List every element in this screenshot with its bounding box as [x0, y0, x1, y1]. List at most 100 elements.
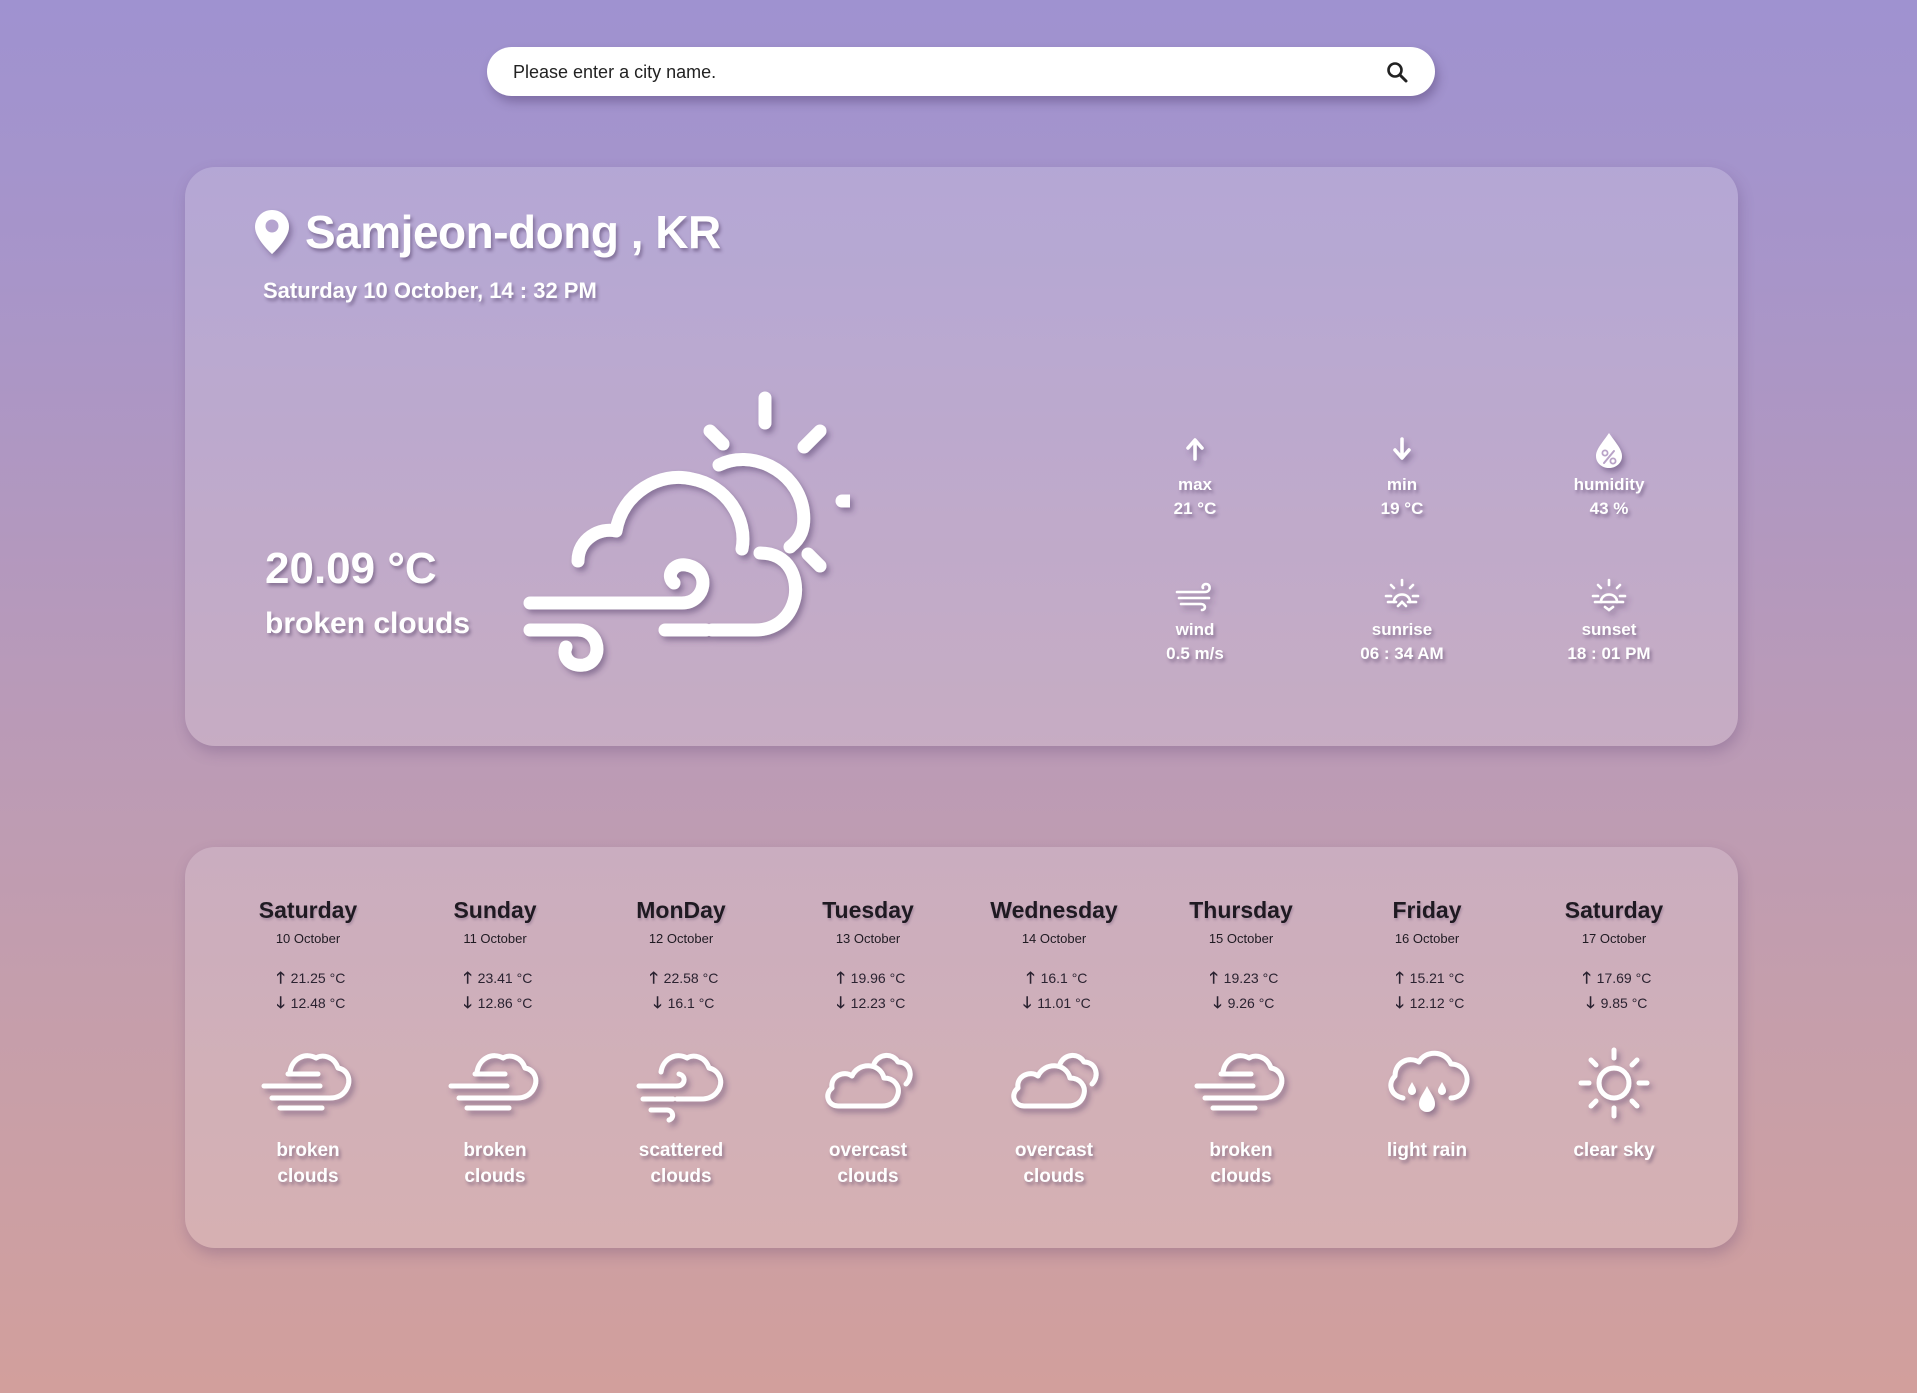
- search-bar[interactable]: [487, 47, 1435, 98]
- forecast-day: Thursday 15 October 🡑 19.23 °C 🡓 9.26 °C b…: [1156, 897, 1326, 1190]
- forecast-date: 12 October: [648, 931, 714, 946]
- forecast-temps: 🡑 17.69 °C 🡓 9.85 °C: [1529, 966, 1699, 1016]
- forecast-day: Tuesday 13 October 🡑 19.96 °C 🡓 12.23 °C o…: [783, 897, 953, 1190]
- search-icon[interactable]: [1385, 60, 1409, 84]
- arrow-down-icon: [1393, 437, 1411, 460]
- current-datetime: Saturday 10 October, 14 : 32 PM: [263, 278, 597, 303]
- forecast-card: Saturday 10 October 🡑 21.25 °C 🡓 12.48 °C …: [185, 847, 1738, 1248]
- forecast-min: 16.1 °C: [667, 995, 715, 1011]
- forecast-temps: 🡑 16.1 °C 🡓 11.01 °C: [969, 966, 1139, 1016]
- stat-sunset: sunset 18 : 01 PM: [1540, 574, 1678, 664]
- forecast-date: 14 October: [1021, 931, 1087, 946]
- forecast-min: 11.01 °C: [1037, 995, 1091, 1011]
- sun-icon: [1566, 1042, 1662, 1124]
- forecast-day-name: MonDay: [636, 897, 726, 923]
- arrow-down-icon: 🡓: [1586, 995, 1595, 1012]
- stat-min: min 19 °C: [1333, 429, 1471, 519]
- arrow-down-icon: 🡓: [463, 995, 472, 1012]
- forecast-description: broken clouds: [276, 1140, 340, 1187]
- forecast-min: 9.26 °C: [1227, 995, 1275, 1011]
- stat-label: min: [1386, 475, 1418, 494]
- clouds-icon: [820, 1042, 916, 1124]
- stat-sunrise: sunrise 06 : 34 AM: [1333, 574, 1471, 664]
- stat-label: wind: [1175, 620, 1215, 639]
- forecast-max: 17.69 °C: [1596, 970, 1652, 986]
- location-pin-icon: [255, 210, 289, 254]
- forecast-min: 12.23 °C: [850, 995, 906, 1011]
- forecast-max: 23.41 °C: [477, 970, 533, 986]
- arrow-up-icon: 🡑: [836, 970, 845, 987]
- forecast-min: 12.86 °C: [477, 995, 533, 1011]
- arrow-up-icon: 🡑: [1026, 970, 1035, 987]
- arrow-up-icon: 🡑: [1582, 970, 1591, 987]
- forecast-date: 10 October: [275, 931, 341, 946]
- stat-value: 0.5 m/s: [1166, 644, 1224, 663]
- forecast-temps: 🡑 22.58 °C 🡓 16.1 °C: [596, 966, 766, 1016]
- forecast-temps: 🡑 19.23 °C 🡓 9.26 °C: [1156, 966, 1326, 1016]
- forecast-min: 9.85 °C: [1600, 995, 1648, 1011]
- city-search-input[interactable]: [511, 47, 1355, 98]
- cloud-wind-icon: [1193, 1042, 1289, 1124]
- arrow-down-icon: 🡓: [653, 995, 662, 1012]
- forecast-description: light rain: [1386, 1140, 1468, 1161]
- forecast-max: 19.96 °C: [850, 970, 906, 986]
- forecast-day-name: Saturday: [258, 897, 358, 923]
- forecast-temps: 🡑 15.21 °C 🡓 12.12 °C: [1342, 966, 1512, 1016]
- stat-value: 06 : 34 AM: [1360, 644, 1444, 663]
- sunset-icon: [1591, 578, 1627, 612]
- sunrise-icon: [1384, 578, 1420, 608]
- forecast-max: 21.25 °C: [290, 970, 346, 986]
- arrow-up-icon: 🡑: [649, 970, 658, 987]
- clouds-icon: [1006, 1042, 1102, 1124]
- forecast-temps: 🡑 19.96 °C 🡓 12.23 °C: [783, 966, 953, 1016]
- forecast-day-name: Saturday: [1564, 897, 1664, 923]
- forecast-description: broken clouds: [1209, 1140, 1273, 1187]
- forecast-date: 11 October: [463, 931, 527, 946]
- arrow-up-icon: [1186, 438, 1204, 461]
- stat-humidity: humidity 43 %: [1540, 429, 1678, 519]
- forecast-min: 12.12 °C: [1409, 995, 1465, 1011]
- forecast-temps: 🡑 21.25 °C 🡓 12.48 °C: [223, 966, 393, 1016]
- forecast-day: MonDay 12 October 🡑 22.58 °C 🡓 16.1 °C sca…: [596, 897, 766, 1190]
- arrow-up-icon: 🡑: [463, 970, 472, 987]
- cloud-wind-icon: [447, 1042, 543, 1124]
- forecast-date: 17 October: [1581, 931, 1647, 946]
- forecast-day: Saturday 10 October 🡑 21.25 °C 🡓 12.48 °C …: [223, 897, 393, 1190]
- forecast-day-name: Wednesday: [990, 897, 1118, 923]
- current-weather-card: Samjeon-dong , KR Saturday 10 October, 1…: [185, 167, 1738, 746]
- forecast-date: 13 October: [835, 931, 901, 946]
- partly-cloudy-windy-icon: [523, 391, 850, 672]
- cloud-swirl-icon: [633, 1042, 729, 1124]
- forecast-day: Friday 16 October 🡑 15.21 °C 🡓 12.12 °C li…: [1342, 897, 1512, 1164]
- arrow-down-icon: 🡓: [1395, 995, 1404, 1012]
- arrow-down-icon: 🡓: [276, 995, 285, 1012]
- forecast-day-name: Friday: [1392, 897, 1462, 923]
- forecast-description: overcast clouds: [828, 1140, 908, 1187]
- forecast-description: overcast clouds: [1014, 1140, 1094, 1187]
- stat-value: 21 °C: [1173, 499, 1217, 518]
- arrow-up-icon: 🡑: [1395, 970, 1404, 987]
- forecast-max: 15.21 °C: [1409, 970, 1465, 986]
- forecast-date: 15 October: [1208, 931, 1274, 946]
- forecast-date: 16 October: [1394, 931, 1460, 946]
- current-temperature: 20.09 °C: [265, 544, 437, 593]
- stat-wind: wind 0.5 m/s: [1126, 574, 1264, 664]
- current-description: broken clouds: [265, 607, 471, 640]
- stat-value: 19 °C: [1380, 499, 1424, 518]
- stat-label: sunrise: [1371, 620, 1433, 639]
- arrow-down-icon: 🡓: [836, 995, 845, 1012]
- forecast-day: Wednesday 14 October 🡑 16.1 °C 🡓 11.01 °C …: [969, 897, 1139, 1190]
- location-name: Samjeon-dong , KR: [305, 206, 721, 258]
- forecast-day-name: Thursday: [1189, 897, 1293, 923]
- forecast-description: broken clouds: [463, 1140, 527, 1187]
- location-header: Samjeon-dong , KR: [253, 205, 721, 259]
- forecast-description: scattered clouds: [638, 1140, 724, 1187]
- humidity-drop-icon: [1596, 433, 1622, 468]
- forecast-max: 19.23 °C: [1223, 970, 1279, 986]
- forecast-day: Saturday 17 October 🡑 17.69 °C 🡓 9.85 °C c…: [1529, 897, 1699, 1164]
- forecast-max: 22.58 °C: [663, 970, 719, 986]
- stat-label: humidity: [1573, 475, 1645, 494]
- cloud-rain-icon: [1379, 1042, 1475, 1124]
- cloud-wind-icon: [260, 1042, 356, 1124]
- forecast-min: 12.48 °C: [290, 995, 346, 1011]
